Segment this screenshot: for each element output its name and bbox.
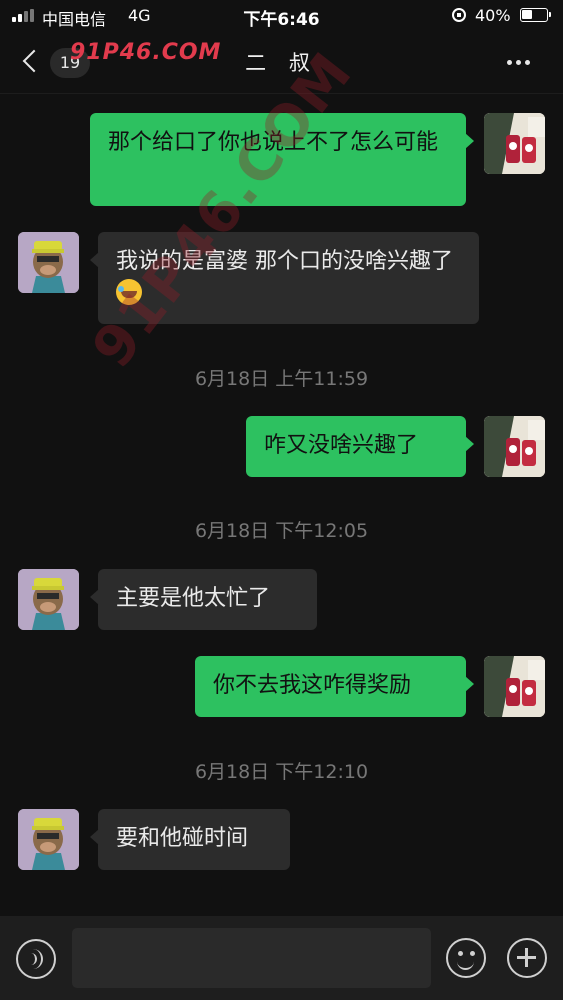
rotation-lock-icon [452, 8, 466, 22]
emoji-picker-icon[interactable] [446, 938, 486, 978]
voice-input-icon[interactable] [16, 939, 56, 979]
my-avatar[interactable] [484, 656, 545, 717]
more-actions-plus-icon[interactable] [507, 938, 547, 978]
chat-title: 二 叔 [245, 51, 318, 75]
contact-avatar[interactable] [18, 809, 79, 870]
my-avatar[interactable] [484, 113, 545, 174]
message-timestamp: 6月18日 下午12:05 [194, 520, 369, 542]
message-input-bar [0, 916, 563, 1000]
battery-icon [520, 8, 551, 22]
message-text: 要和他碰时间 [116, 826, 249, 851]
message-text: 主要是他太忙了 [116, 586, 271, 611]
contact-avatar[interactable] [18, 232, 79, 293]
message-bubble-outgoing[interactable]: 你不去我这咋得奖励 [195, 656, 474, 717]
battery-percentage: 40% [475, 6, 511, 25]
more-options-icon[interactable] [507, 60, 530, 65]
contact-avatar[interactable] [18, 569, 79, 630]
message-timestamp: 6月18日 下午12:10 [194, 761, 369, 783]
my-avatar[interactable] [484, 416, 545, 477]
message-text: 你不去我这咋得奖励 [213, 673, 412, 698]
message-text: 咋又没啥兴趣了 [264, 433, 419, 458]
message-bubble-incoming[interactable]: 要和他碰时间 [90, 809, 290, 870]
message-input[interactable] [72, 928, 431, 988]
message-timestamp: 6月18日 上午11:59 [194, 368, 369, 390]
message-bubble-outgoing[interactable]: 咋又没啥兴趣了 [246, 416, 474, 477]
status-bar: 中国电信 4G 下午6:46 40% [0, 0, 563, 32]
message-bubble-incoming[interactable]: 主要是他太忙了 [90, 569, 317, 630]
